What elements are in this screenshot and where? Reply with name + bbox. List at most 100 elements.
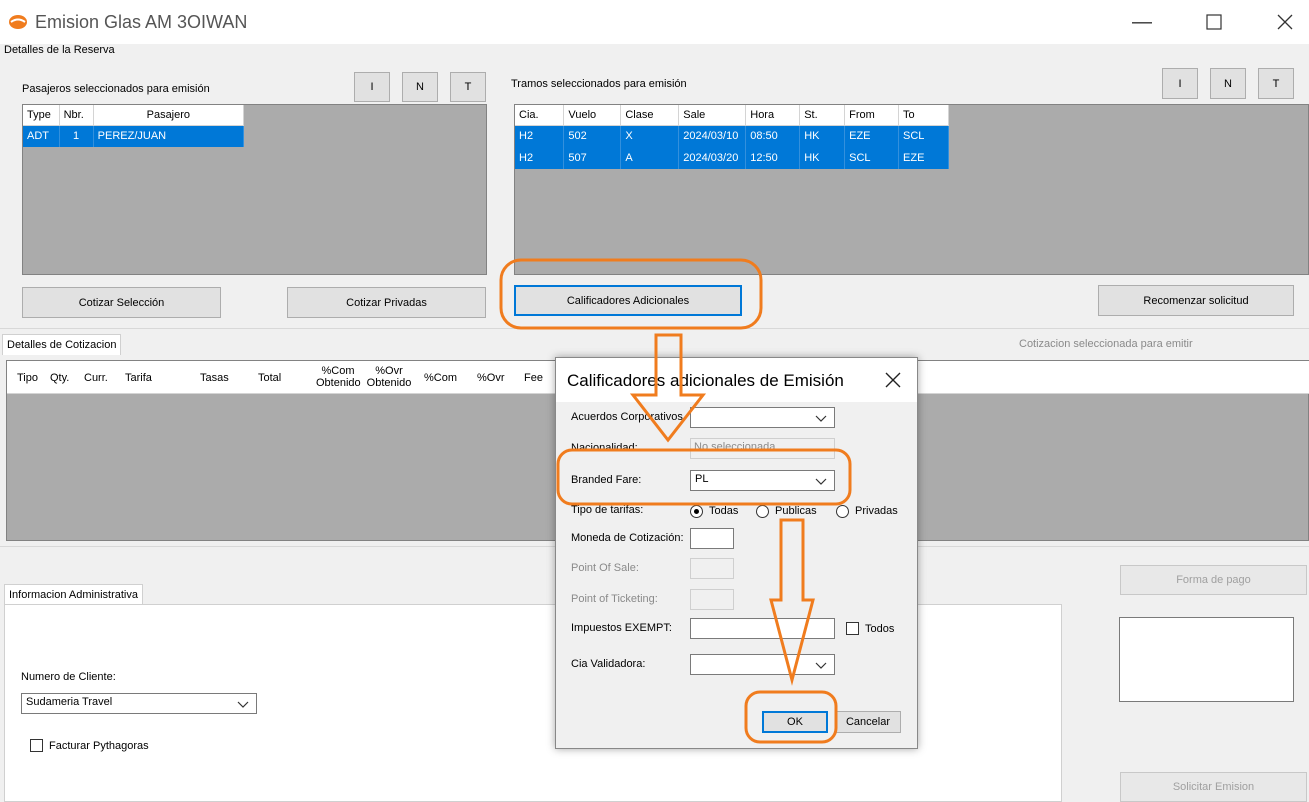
cell: H2	[515, 147, 565, 169]
tab-detalles-cotizacion[interactable]: Detalles de Cotizacion	[2, 334, 122, 355]
calificadores-dialog: Calificadores adicionales de Emisión Acu…	[555, 357, 918, 749]
col-clase[interactable]: Clase	[620, 105, 680, 126]
acuerdos-select[interactable]	[690, 407, 835, 428]
chevron-down-icon	[815, 415, 827, 422]
pasajeros-label: Pasajeros seleccionados para emisión	[22, 83, 210, 95]
col-sale[interactable]: Sale	[678, 105, 747, 126]
cell: HK	[799, 147, 846, 169]
col-nbr[interactable]: Nbr.	[59, 105, 94, 126]
cell: 2024/03/20	[678, 147, 747, 169]
section-reserva-label: Detalles de la Reserva	[4, 44, 115, 56]
numero-cliente-label: Numero de Cliente:	[21, 671, 116, 683]
point-of-ticketing-field[interactable]	[690, 589, 734, 610]
radio-todas-label: Todas	[709, 505, 739, 517]
tab-informacion-administrativa[interactable]: Informacion Administrativa	[4, 584, 143, 605]
solicitar-emision-button[interactable]: Solicitar Emision	[1120, 772, 1307, 802]
cotizacion-seleccionada-label: Cotizacion seleccionada para emitir	[1019, 338, 1193, 350]
dialog-close-icon[interactable]	[883, 370, 903, 390]
window-title: Emision Glas AM 3OIWAN	[35, 12, 248, 32]
moneda-field[interactable]	[690, 528, 734, 549]
col-type[interactable]: Type	[23, 105, 60, 126]
impuestos-label: Impuestos EXEMPT:	[571, 622, 672, 634]
acuerdos-label: Acuerdos Corporativos	[571, 411, 683, 423]
facturar-pythagoras-checkbox[interactable]	[30, 739, 43, 752]
cell: EZE	[844, 125, 900, 147]
numero-cliente-select[interactable]: Sudameria Travel	[21, 693, 257, 714]
col-ovr[interactable]: %Ovr	[477, 372, 505, 384]
cell: HK	[799, 125, 846, 147]
moneda-label: Moneda de Cotización:	[571, 532, 684, 544]
tramos-i-button[interactable]: I	[1162, 68, 1198, 99]
point-of-sale-label: Point Of Sale:	[571, 562, 639, 574]
cell-pasajero: PEREZ/JUAN	[93, 125, 245, 147]
table-row[interactable]: H2 507 A 2024/03/20 12:50 HK SCL EZE	[515, 147, 949, 169]
info-box	[1119, 617, 1294, 702]
radio-todas[interactable]	[690, 505, 703, 518]
col-curr[interactable]: Curr.	[84, 372, 108, 384]
pasajeros-n-button[interactable]: N	[402, 72, 438, 102]
forma-de-pago-button[interactable]: Forma de pago	[1120, 565, 1307, 595]
cia-validadora-select[interactable]	[690, 654, 835, 675]
col-tarifa[interactable]: Tarifa	[125, 372, 152, 384]
col-cia[interactable]: Cia.	[515, 105, 565, 126]
table-row[interactable]: ADT 1 PEREZ/JUAN	[23, 125, 245, 147]
numero-cliente-value: Sudameria Travel	[26, 696, 113, 708]
todos-label: Todos	[865, 623, 895, 635]
cell-nbr: 1	[59, 125, 94, 147]
pasajeros-i-button[interactable]: I	[354, 72, 390, 102]
cotizar-privadas-button[interactable]: Cotizar Privadas	[287, 287, 486, 318]
col-st[interactable]: St.	[799, 105, 846, 126]
cell: 12:50	[745, 147, 801, 169]
nacionalidad-field[interactable]: No seleccionada	[690, 438, 835, 459]
tramos-n-button[interactable]: N	[1210, 68, 1246, 99]
branded-fare-select[interactable]: PL	[690, 470, 835, 491]
ok-button[interactable]: OK	[762, 711, 828, 733]
cia-validadora-label: Cia Validadora:	[571, 658, 646, 670]
point-of-ticketing-label: Point of Ticketing:	[571, 593, 658, 605]
col-to[interactable]: To	[898, 105, 949, 126]
radio-publicas-label: Publicas	[775, 505, 817, 517]
col-tasas[interactable]: Tasas	[200, 372, 229, 384]
col-com-obtenido[interactable]: %Com Obtenido	[316, 365, 361, 389]
cell: 2024/03/10	[678, 125, 747, 147]
close-icon[interactable]	[1270, 10, 1300, 34]
dialog-title: Calificadores adicionales de Emisión	[567, 371, 844, 390]
col-com[interactable]: %Com	[424, 372, 457, 384]
col-fee[interactable]: Fee	[524, 372, 543, 384]
minimize-icon[interactable]: —	[1127, 10, 1157, 34]
col-from[interactable]: From	[844, 105, 900, 126]
radio-publicas[interactable]	[756, 505, 769, 518]
maximize-icon[interactable]	[1199, 10, 1229, 34]
tramos-label: Tramos seleccionados para emisión	[511, 78, 687, 90]
col-hora[interactable]: Hora	[745, 105, 801, 126]
cell: SCL	[898, 125, 949, 147]
pasajeros-grid[interactable]: Type Nbr. Pasajero ADT 1 PEREZ/JUAN	[22, 104, 487, 275]
col-ovr-obtenido[interactable]: %Ovr Obtenido	[366, 365, 412, 389]
radio-privadas-label: Privadas	[855, 505, 898, 517]
cell: A	[620, 147, 680, 169]
col-tipo[interactable]: Tipo	[17, 372, 38, 384]
col-pasajero[interactable]: Pasajero	[93, 105, 245, 126]
chevron-down-icon	[815, 662, 827, 669]
col-qty[interactable]: Qty.	[50, 372, 69, 384]
col-vuelo[interactable]: Vuelo	[563, 105, 622, 126]
tramos-t-button[interactable]: T	[1258, 68, 1294, 99]
cell: H2	[515, 125, 565, 147]
col-total[interactable]: Total	[258, 372, 281, 384]
divider	[0, 328, 1309, 329]
table-row[interactable]: H2 502 X 2024/03/10 08:50 HK EZE SCL	[515, 125, 949, 147]
recomenzar-solicitud-button[interactable]: Recomenzar solicitud	[1098, 285, 1294, 316]
cotizar-seleccion-button[interactable]: Cotizar Selección	[22, 287, 221, 318]
cell: 08:50	[745, 125, 801, 147]
branded-fare-label: Branded Fare:	[571, 474, 642, 486]
cancelar-button[interactable]: Cancelar	[835, 711, 901, 733]
cell: X	[620, 125, 680, 147]
pasajeros-t-button[interactable]: T	[450, 72, 486, 102]
tramos-grid[interactable]: Cia. Vuelo Clase Sale Hora St. From To H…	[514, 104, 1309, 275]
calificadores-adicionales-button[interactable]: Calificadores Adicionales	[514, 285, 742, 316]
todos-checkbox[interactable]	[846, 622, 859, 635]
cell: EZE	[898, 147, 949, 169]
radio-privadas[interactable]	[836, 505, 849, 518]
point-of-sale-field[interactable]	[690, 558, 734, 579]
impuestos-field[interactable]	[690, 618, 835, 639]
